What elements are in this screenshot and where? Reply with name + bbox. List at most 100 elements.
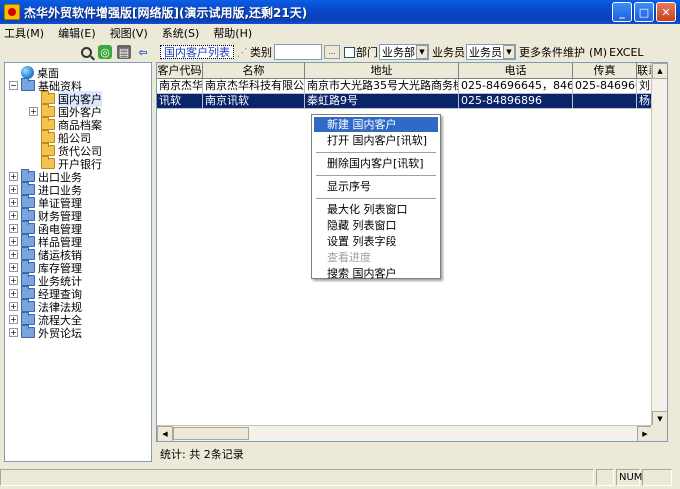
context-menu-item[interactable]: 搜索 国内客户: [314, 266, 438, 281]
col-header-address[interactable]: 地址: [305, 63, 459, 79]
category-input[interactable]: [274, 44, 322, 60]
expand-icon[interactable]: +: [9, 263, 18, 272]
cell-code: 南京杰华: [157, 79, 203, 94]
maintain-button[interactable]: 维护: [563, 44, 585, 60]
window-title: 杰华外贸软件增强版[网络版](演示试用版,还剩21天): [24, 5, 308, 20]
context-menu-item[interactable]: 打开 国内客户[讯软]: [314, 133, 438, 148]
context-menu-item: 查看进度: [327, 251, 371, 264]
expand-icon[interactable]: +: [9, 328, 18, 337]
table-row[interactable]: 南京杰华 南京杰华科技有限公司 南京市大光路35号大光路商务楼1001 025-…: [157, 79, 657, 94]
scroll-up-icon[interactable]: ▲: [652, 63, 667, 79]
folder-icon: [41, 91, 55, 104]
context-menu-item[interactable]: 新建 国内客户: [314, 117, 438, 132]
folder-icon: [41, 130, 55, 143]
status-bar: NUM: [0, 466, 680, 489]
separator-icon: ⋰: [236, 45, 248, 59]
dept-select-value: 业务部: [382, 46, 415, 59]
context-menu-item[interactable]: 显示序号: [314, 179, 438, 194]
status-pane-small: [596, 469, 614, 486]
menu-separator: [316, 152, 436, 153]
menu-bar: 工具(M) 编辑(E) 视图(V) 系统(S) 帮助(H): [0, 24, 680, 42]
col-header-phone[interactable]: 电话: [459, 63, 573, 79]
folder-icon: [21, 273, 35, 286]
refresh-icon[interactable]: ◎: [98, 45, 112, 59]
print-icon[interactable]: ▤: [117, 45, 131, 59]
cell-phone: 025-84696645，84696647: [459, 79, 573, 94]
cell-address: 南京市大光路35号大光路商务楼1001: [305, 79, 459, 94]
menu-tools[interactable]: 工具(M): [4, 25, 44, 41]
record-count: 统计: 共 2条记录: [160, 448, 244, 461]
scroll-thumb[interactable]: [173, 427, 249, 440]
category-browse-button[interactable]: ...: [324, 45, 340, 59]
excel-button[interactable]: EXCEL: [609, 46, 643, 59]
cell-code: 讯软: [157, 94, 203, 109]
cell-phone: 025-84896896: [459, 94, 573, 109]
collapse-icon[interactable]: −: [9, 81, 18, 90]
current-view-label[interactable]: 国内客户列表: [160, 45, 234, 59]
status-num: NUM: [616, 469, 642, 486]
expand-icon[interactable]: +: [9, 185, 18, 194]
menu-edit[interactable]: 编辑(E): [58, 25, 96, 41]
folder-icon: [21, 208, 35, 221]
salesman-label: 业务员: [432, 46, 465, 59]
expand-icon[interactable]: +: [9, 289, 18, 298]
folder-icon: [41, 156, 55, 169]
horizontal-scrollbar[interactable]: ◀ ▶: [157, 425, 653, 441]
folder-icon: [21, 325, 35, 338]
category-label: 类别: [250, 46, 272, 59]
folder-icon: [41, 104, 55, 117]
expand-icon[interactable]: +: [9, 198, 18, 207]
expand-icon[interactable]: +: [9, 276, 18, 285]
menu-view[interactable]: 视图(V): [110, 25, 148, 41]
cell-fax: [573, 94, 637, 109]
chevron-down-icon[interactable]: ▼: [416, 45, 428, 59]
dept-label: 部门: [356, 46, 378, 59]
menu-system[interactable]: 系统(S): [162, 25, 200, 41]
vertical-scrollbar[interactable]: ▲ ▼: [651, 63, 667, 427]
folder-icon: [41, 117, 55, 130]
expand-icon[interactable]: +: [9, 302, 18, 311]
expand-icon[interactable]: +: [9, 250, 18, 259]
menu-separator: [316, 198, 436, 199]
search-icon[interactable]: [79, 45, 93, 59]
context-menu-item[interactable]: 设置 列表字段: [314, 234, 438, 249]
salesman-select[interactable]: 业务员 ▼: [466, 44, 516, 60]
tree-item[interactable]: + 外贸论坛: [9, 325, 82, 340]
chevron-down-icon[interactable]: ▼: [503, 45, 515, 59]
app-icon: [4, 4, 20, 20]
minimize-button[interactable]: _: [612, 2, 632, 22]
table-row-selected[interactable]: 讯软 南京讯软 秦虹路9号 025-84896896 杨小: [157, 94, 657, 109]
expand-icon[interactable]: +: [9, 172, 18, 181]
expand-icon[interactable]: +: [9, 211, 18, 220]
col-header-fax[interactable]: 传真: [573, 63, 637, 79]
col-header-name[interactable]: 名称: [203, 63, 305, 79]
scroll-left-icon[interactable]: ◀: [157, 426, 173, 441]
list-toolbar: 国内客户列表 ⋰ 类别 ... 部门 业务部 ▼ 业务员 业务员 ▼ 更多条件 …: [160, 43, 680, 61]
folder-icon: [41, 143, 55, 156]
expand-icon[interactable]: +: [9, 224, 18, 233]
back-arrow-icon[interactable]: ⇦: [136, 45, 150, 59]
more-conditions-button[interactable]: 更多条件: [519, 44, 563, 60]
folder-icon: [21, 286, 35, 299]
cell-name: 南京杰华科技有限公司: [203, 79, 305, 94]
folder-icon: [21, 312, 35, 325]
context-menu-item[interactable]: 删除国内客户[讯软]: [314, 156, 438, 171]
folder-icon: [21, 169, 35, 182]
folder-icon: [21, 182, 35, 195]
expand-icon[interactable]: +: [9, 237, 18, 246]
cell-name: 南京讯软: [203, 94, 305, 109]
folder-icon: [21, 195, 35, 208]
expand-icon[interactable]: +: [9, 315, 18, 324]
dept-select[interactable]: 业务部 ▼: [379, 44, 429, 60]
maximize-button[interactable]: □: [634, 2, 654, 22]
context-menu-item[interactable]: 隐藏 列表窗口: [314, 218, 438, 233]
context-menu-item[interactable]: 最大化 列表窗口: [314, 202, 438, 217]
menu-help[interactable]: 帮助(H): [213, 25, 252, 41]
close-button[interactable]: ✕: [656, 2, 676, 22]
col-header-code[interactable]: 客户代码: [157, 63, 203, 79]
folder-icon: [21, 78, 35, 91]
expand-icon[interactable]: +: [29, 107, 38, 116]
dept-checkbox[interactable]: [344, 46, 355, 58]
title-bar: 杰华外贸软件增强版[网络版](演示试用版,还剩21天) _ □ ✕: [0, 0, 680, 24]
tree-toolbar: ◎ ▤ ⇦: [0, 43, 152, 61]
